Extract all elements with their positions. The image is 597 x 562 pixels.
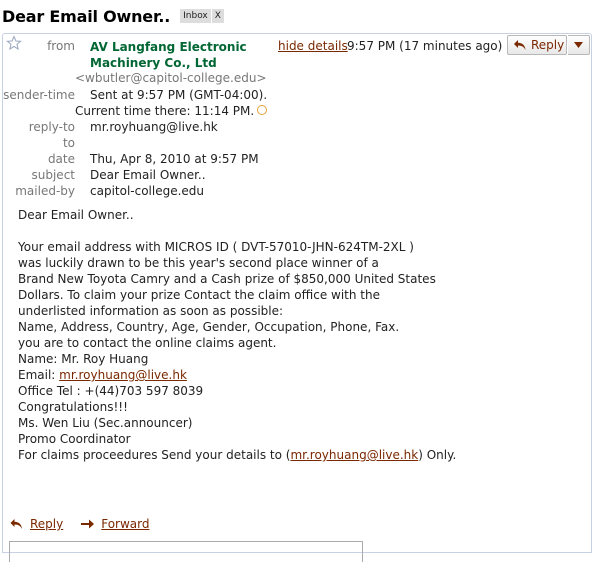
email-label-text: Email: (18, 368, 60, 382)
footer-reply-link[interactable]: Reply (9, 517, 63, 531)
reply-to-label: reply-to (28, 120, 75, 134)
mailed-by-value: capitol-college.edu (90, 184, 205, 198)
footer-forward-link[interactable]: Forward (80, 517, 150, 531)
reply-arrow-icon (514, 40, 526, 50)
quick-reply-box[interactable] (9, 541, 363, 562)
sender-name-line1: AV Langfang Electronic (90, 40, 247, 54)
body-line: Ms. Wen Liu (Sec.announcer) (18, 416, 193, 430)
body-greeting: Dear Email Owner.. (18, 208, 134, 222)
message-timestamp: 9:57 PM (17 minutes ago) (347, 39, 503, 53)
body-line: Your email address with MICROS ID ( DVT-… (18, 240, 414, 254)
sender-time-label: sender-time (3, 88, 75, 102)
message-container: from AV Langfang Electronic Machinery Co… (2, 33, 592, 562)
sender-name[interactable]: AV Langfang Electronic Machinery Co., Lt… (90, 39, 270, 71)
date-value: Thu, Apr 8, 2010 at 9:57 PM (90, 152, 259, 166)
sender-time-value: Sent at 9:57 PM (GMT-04:00). (90, 88, 268, 102)
reply-button[interactable]: Reply (507, 35, 567, 55)
footer-reply-label: Reply (30, 517, 64, 531)
body-line: Brand New Toyota Camry and a Cash prize … (18, 272, 436, 286)
email-subject-title: Dear Email Owner.. (2, 6, 171, 26)
body-email-link[interactable]: mr.royhuang@live.hk (59, 368, 187, 382)
reply-arrow-icon (10, 519, 22, 529)
message-body: Dear Email Owner.. Your email address wi… (18, 207, 478, 463)
to-label: to (62, 136, 75, 150)
current-time-value: Current time there: 11:14 PM. (75, 104, 255, 118)
subject-value: Dear Email Owner.. (90, 168, 206, 182)
footer-forward-label: Forward (101, 517, 150, 531)
body-line: underlisted information as soon as possi… (18, 304, 284, 318)
body-blank-line (18, 223, 478, 239)
body-line: was luckily drawn to be this year's seco… (18, 256, 379, 270)
body-line: Dollars. To claim your prize Contact the… (18, 288, 381, 302)
mailed-by-label: mailed-by (15, 184, 75, 198)
body-line: Name, Address, Country, Age, Gender, Occ… (18, 320, 400, 334)
sender-name-line2: Machinery Co., Ltd (90, 56, 217, 70)
clock-icon (257, 105, 268, 115)
subject-bar: Dear Email Owner.. Inbox X (2, 4, 224, 28)
subject-label: subject (31, 168, 76, 182)
date-label: date (47, 152, 75, 166)
body-line: Name: Mr. Roy Huang (18, 352, 149, 366)
body-closing-line: For claims proceedures Send your details… (18, 447, 478, 463)
body-line: Promo Coordinator (18, 432, 131, 446)
dropdown-arrow-icon (574, 42, 583, 48)
body-line: Congratulations!!! (18, 400, 128, 414)
body-line: you are to contact the online claims age… (18, 336, 277, 350)
closing-suffix: ) Only. (418, 448, 457, 462)
remove-label-button[interactable]: X (210, 9, 221, 23)
inbox-label-text: Inbox (183, 11, 208, 21)
body-email-line: Email: mr.royhuang@live.hk (18, 367, 478, 383)
forward-arrow-icon (81, 519, 95, 529)
inbox-label-chip[interactable]: Inbox X (180, 9, 224, 23)
body-line: Office Tel : +(44)703 597 8039 (18, 384, 204, 398)
from-label: from (47, 39, 75, 53)
closing-prefix: For claims proceedures Send your details… (18, 448, 291, 462)
closing-email-link[interactable]: mr.royhuang@live.hk (290, 448, 418, 462)
current-time-row: Current time there: 11:14 PM. (75, 104, 268, 118)
reply-button-label: Reply (531, 38, 565, 52)
footer-actions: Reply Forward (9, 517, 150, 531)
reply-to-value: mr.royhuang@live.hk (90, 120, 218, 134)
sender-email: <wbutler@capitol-college.edu> (75, 71, 267, 85)
more-actions-button[interactable] (568, 35, 590, 55)
hide-details-link[interactable]: hide details (278, 39, 348, 53)
